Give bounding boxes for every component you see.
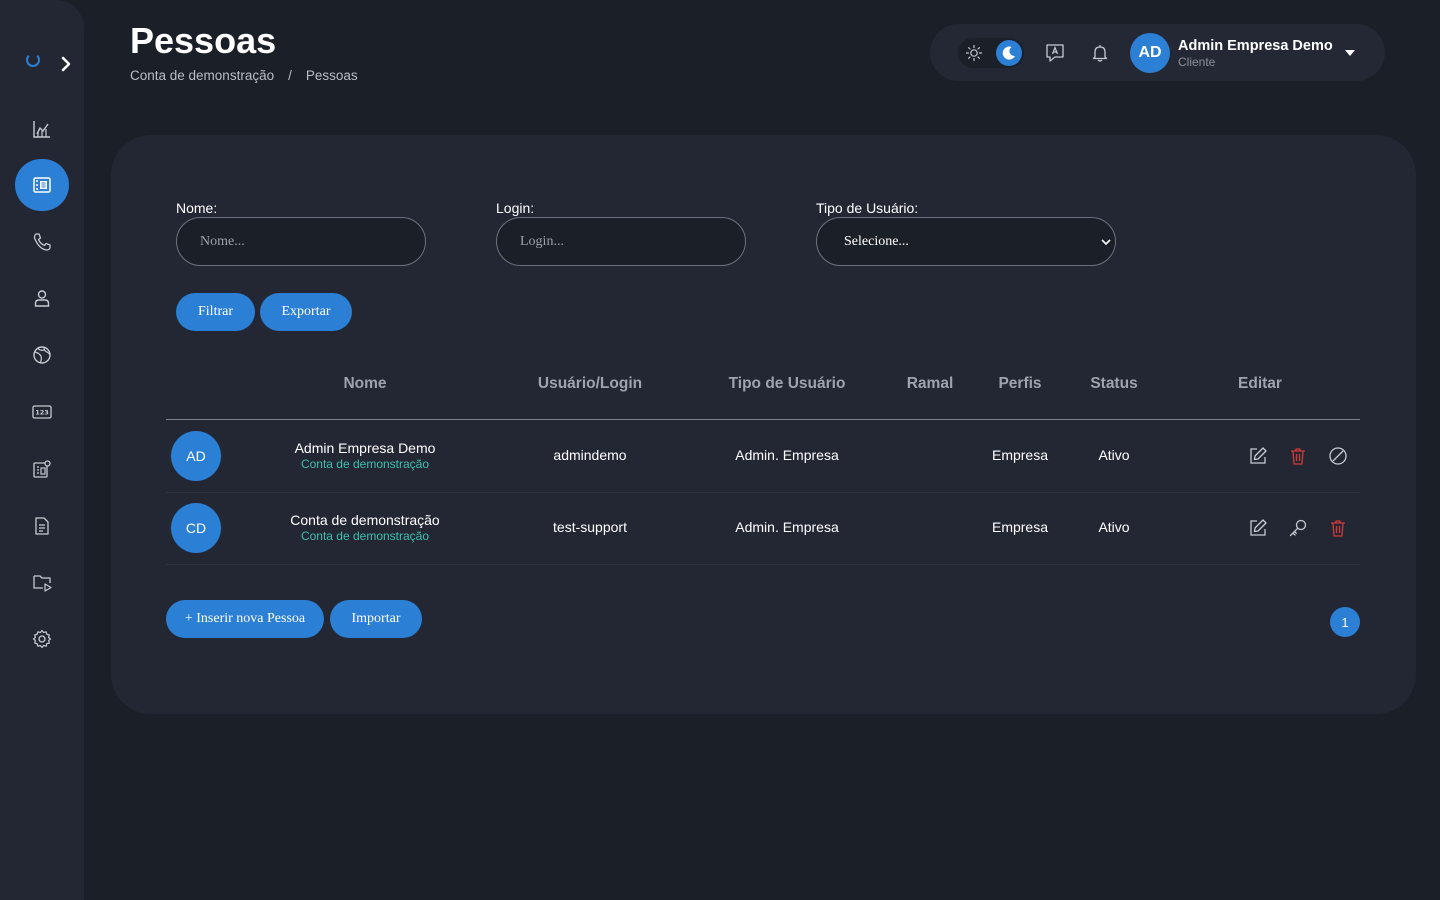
numbers-icon: 123 xyxy=(32,405,52,419)
bell-icon xyxy=(1092,45,1108,62)
sidebar-item-pessoas[interactable] xyxy=(15,159,69,211)
sidebar: 123 xyxy=(0,0,84,900)
chevron-right-icon xyxy=(61,56,71,72)
column-header-login[interactable]: Usuário/Login xyxy=(538,375,642,393)
table-header-divider xyxy=(166,419,1360,420)
login-filter-input[interactable] xyxy=(496,217,746,266)
person-status: Ativo xyxy=(1098,519,1130,535)
notifications-button[interactable] xyxy=(1088,41,1112,65)
user-toolbar: AD Admin Empresa Demo Cliente xyxy=(930,24,1385,81)
caret-down-icon[interactable] xyxy=(1344,48,1356,58)
person-login: test-support xyxy=(553,519,627,535)
breadcrumb-separator: / xyxy=(288,68,292,83)
person-login: admindemo xyxy=(553,447,627,463)
chart-icon xyxy=(33,121,50,138)
row-divider xyxy=(166,492,1360,493)
avatar: CD xyxy=(171,503,221,553)
avatar: AD xyxy=(171,431,221,481)
column-header-status[interactable]: Status xyxy=(1090,375,1137,393)
sidebar-item-settings[interactable] xyxy=(15,614,69,664)
sidebar-item-contact-settings[interactable] xyxy=(15,444,69,494)
import-button[interactable]: Importar xyxy=(330,600,422,638)
people-panel: Nome: Login: Tipo de Usuário: Selecione.… xyxy=(111,135,1416,714)
sidebar-item-recordings[interactable] xyxy=(15,557,69,607)
document-icon xyxy=(35,517,49,535)
person-name: Conta de demonstração xyxy=(290,512,440,528)
column-header-perfis[interactable]: Perfis xyxy=(998,375,1041,393)
delete-button[interactable] xyxy=(1287,445,1309,467)
sidebar-item-network[interactable] xyxy=(15,330,69,380)
theme-toggle[interactable] xyxy=(958,38,1024,68)
edit-button[interactable] xyxy=(1247,517,1269,539)
person-status: Ativo xyxy=(1098,447,1130,463)
delete-button[interactable] xyxy=(1327,517,1349,539)
key-icon xyxy=(1289,519,1307,537)
user-type-selected-value: Selecione... xyxy=(844,233,909,249)
settings-gear-icon xyxy=(32,629,52,649)
sidebar-item-numbers[interactable]: 123 xyxy=(15,387,69,437)
contacts-book-icon xyxy=(33,177,51,193)
login-filter-label: Login: xyxy=(496,200,535,216)
sidebar-item-calls[interactable] xyxy=(15,217,69,267)
column-header-ramal[interactable]: Ramal xyxy=(907,375,954,393)
sidebar-item-documents[interactable] xyxy=(15,501,69,551)
chevron-down-icon xyxy=(1101,239,1111,246)
person-profile: Empresa xyxy=(991,519,1049,535)
reset-password-button[interactable] xyxy=(1287,517,1309,539)
globe-icon xyxy=(33,346,51,364)
person-user-type: Admin. Empresa xyxy=(735,519,839,535)
light-mode-button[interactable] xyxy=(964,43,984,63)
user-name[interactable]: Admin Empresa Demo xyxy=(1178,38,1333,54)
breadcrumb: Conta de demonstração / Pessoas xyxy=(130,68,358,83)
page-title: Pessoas xyxy=(130,20,277,61)
user-icon xyxy=(34,290,50,307)
breadcrumb-current: Pessoas xyxy=(305,68,358,83)
trash-icon xyxy=(1291,448,1305,465)
column-header-nome[interactable]: Nome xyxy=(343,375,386,393)
person-name: Admin Empresa Demo xyxy=(294,440,436,456)
add-person-button[interactable]: + Inserir nova Pessoa xyxy=(166,600,324,638)
person-account: Conta de demonstração xyxy=(300,457,430,471)
column-header-editar: Editar xyxy=(1238,375,1282,392)
user-avatar[interactable]: AD xyxy=(1130,33,1170,73)
user-role: Cliente xyxy=(1178,55,1216,69)
user-type-select[interactable]: Selecione... xyxy=(816,217,1116,266)
pagination-page-1[interactable]: 1 xyxy=(1330,607,1360,637)
video-folder-icon xyxy=(33,575,52,592)
name-filter-input[interactable] xyxy=(176,217,426,266)
row-divider xyxy=(166,564,1360,565)
person-user-type: Admin. Empresa xyxy=(735,447,839,463)
deactivate-button[interactable] xyxy=(1327,445,1349,467)
edit-icon xyxy=(1250,519,1267,536)
phone-icon xyxy=(33,233,51,251)
name-filter-label: Nome: xyxy=(176,200,218,216)
filter-button[interactable]: Filtrar xyxy=(176,293,255,331)
breadcrumb-account-link[interactable]: Conta de demonstração xyxy=(130,68,274,83)
block-icon xyxy=(1329,447,1347,465)
expand-sidebar-button[interactable] xyxy=(56,52,76,76)
support-chat-button[interactable] xyxy=(1043,41,1067,65)
sun-icon xyxy=(965,44,983,62)
moon-icon xyxy=(1002,46,1015,60)
sidebar-item-dashboard[interactable] xyxy=(15,104,69,154)
contact-settings-icon xyxy=(33,460,51,478)
column-header-tipo[interactable]: Tipo de Usuário xyxy=(729,375,846,393)
edit-button[interactable] xyxy=(1247,445,1269,467)
dark-mode-button[interactable] xyxy=(996,40,1022,66)
support-chat-icon xyxy=(1046,44,1064,62)
loading-logo-icon xyxy=(26,53,40,67)
edit-icon xyxy=(1250,447,1267,464)
svg-text:123: 123 xyxy=(35,409,49,417)
person-profile: Empresa xyxy=(991,447,1049,463)
sidebar-item-users[interactable] xyxy=(15,273,69,323)
person-account: Conta de demonstração xyxy=(300,529,430,543)
trash-icon xyxy=(1331,520,1345,537)
export-button[interactable]: Exportar xyxy=(260,293,352,331)
user-type-filter-label: Tipo de Usuário: xyxy=(816,200,919,216)
